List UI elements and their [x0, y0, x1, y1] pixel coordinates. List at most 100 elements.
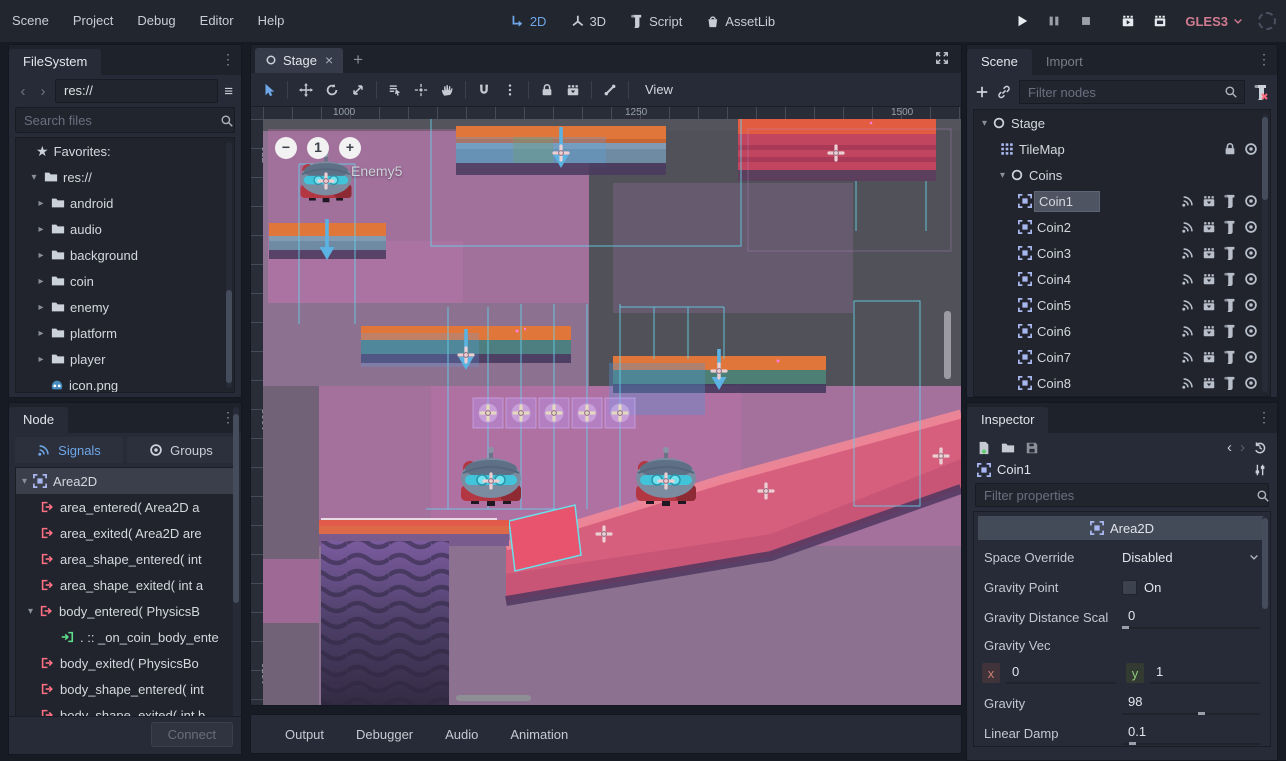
group-icon[interactable] [1202, 194, 1216, 208]
menu-project[interactable]: Project [61, 0, 125, 42]
viewport-hscrollbar[interactable] [456, 695, 531, 701]
chevron-right-icon[interactable]: ▸ [36, 250, 46, 261]
path-field[interactable]: res:// [55, 79, 218, 103]
panel-menu-icon[interactable]: ⋮ [221, 51, 235, 68]
group-icon[interactable] [1202, 324, 1216, 338]
vec-x-field[interactable]: 0 [1006, 662, 1116, 684]
folder-row-background[interactable]: ▸ background [16, 242, 234, 268]
play-custom-scene-button[interactable] [1149, 10, 1171, 32]
expand-viewport-icon[interactable] [935, 51, 949, 65]
mode-3d-button[interactable]: 3D [561, 0, 615, 42]
clear-script-icon[interactable] [1253, 84, 1269, 100]
signal-connection-icon[interactable] [1181, 376, 1195, 390]
coin-gizmo[interactable] [539, 398, 569, 428]
list-select-button[interactable] [383, 78, 407, 102]
tab-animation[interactable]: Animation [496, 727, 582, 742]
chevron-right-icon[interactable]: ▸ [36, 328, 46, 339]
signal-row[interactable]: area_shape_exited( int a [16, 572, 234, 598]
renderer-dropdown[interactable]: GLES3 [1181, 14, 1248, 29]
mode-script-button[interactable]: Script [621, 0, 691, 42]
forward-icon[interactable]: › [35, 83, 51, 100]
back-icon[interactable]: ‹ [15, 83, 31, 100]
new-scene-tab-button[interactable]: + [343, 50, 373, 73]
scrollbar[interactable] [1262, 114, 1268, 392]
instance-scene-icon[interactable] [997, 85, 1011, 99]
gravity-field[interactable]: 98 [1122, 691, 1260, 715]
visibility-eye-icon[interactable] [1244, 324, 1258, 338]
search-files-input[interactable] [15, 107, 235, 133]
file-row-icon-png[interactable]: icon.png [16, 372, 234, 393]
visibility-eye-icon[interactable] [1244, 246, 1258, 260]
script-icon[interactable] [1223, 298, 1237, 312]
tab-node[interactable]: Node [9, 407, 68, 433]
visibility-eye-icon[interactable] [1244, 376, 1258, 390]
visibility-eye-icon[interactable] [1244, 194, 1258, 208]
mode-assetlib-button[interactable]: AssetLib [697, 0, 784, 42]
history-forward-icon[interactable]: › [1240, 439, 1245, 456]
signal-row[interactable]: area_shape_entered( int [16, 546, 234, 572]
visibility-eye-icon[interactable] [1244, 298, 1258, 312]
signal-root-row[interactable]: ▾ Area2D [16, 468, 234, 494]
folder-row-player[interactable]: ▸ player [16, 346, 234, 372]
coin-markers[interactable] [473, 398, 635, 428]
menu-help[interactable]: Help [246, 0, 297, 42]
gravity-point-checkbox[interactable] [1122, 580, 1137, 595]
node-row-coins[interactable]: ▾ Coins [974, 162, 1270, 188]
viewport[interactable]: 1000 1250 1500 750 1000 1250 [251, 107, 961, 705]
tab-inspector[interactable]: Inspector [967, 407, 1048, 433]
visibility-eye-icon[interactable] [1244, 142, 1258, 156]
slider-grabber[interactable] [1129, 742, 1136, 745]
node-row-coin4[interactable]: Coin4 [974, 266, 1270, 292]
play-scene-button[interactable] [1117, 10, 1139, 32]
menu-editor[interactable]: Editor [188, 0, 246, 42]
script-icon[interactable] [1223, 272, 1237, 286]
chevron-right-icon[interactable]: ▸ [36, 354, 46, 365]
scrollbar[interactable] [226, 142, 232, 388]
script-icon[interactable] [1223, 220, 1237, 234]
coin-gizmo[interactable] [572, 398, 602, 428]
menu-debug[interactable]: Debug [125, 0, 187, 42]
skeleton-options-button[interactable] [598, 78, 622, 102]
vec-y-field[interactable]: 1 [1150, 662, 1260, 684]
lock-object-button[interactable] [535, 78, 559, 102]
signal-connection-icon[interactable] [1181, 324, 1195, 338]
lock-icon[interactable] [1223, 142, 1237, 156]
group-icon[interactable] [1202, 350, 1216, 364]
slider-grabber[interactable] [1198, 712, 1205, 715]
coin-gizmo[interactable] [506, 398, 536, 428]
load-resource-icon[interactable] [1001, 441, 1015, 455]
coin-gizmo[interactable] [473, 398, 503, 428]
add-node-icon[interactable] [975, 85, 989, 99]
scrollbar[interactable] [1262, 516, 1268, 742]
zoom-reset-button[interactable]: 1 [307, 137, 329, 159]
node-row-coin7[interactable]: Coin7 [974, 344, 1270, 370]
slider-grabber[interactable] [1122, 626, 1129, 629]
script-icon[interactable] [1223, 246, 1237, 260]
signal-connection-icon[interactable] [1181, 194, 1195, 208]
visibility-eye-icon[interactable] [1244, 350, 1258, 364]
tab-audio[interactable]: Audio [431, 727, 492, 742]
chevron-down-icon[interactable]: ▾ [29, 172, 39, 183]
tab-output[interactable]: Output [271, 727, 338, 742]
viewport-vscrollbar[interactable] [944, 311, 951, 379]
script-icon[interactable] [1223, 324, 1237, 338]
pause-button[interactable] [1043, 10, 1065, 32]
chevron-right-icon[interactable]: ▸ [36, 276, 46, 287]
signal-row[interactable]: body_shape_entered( int [16, 676, 234, 702]
chevron-down-icon[interactable]: ▾ [28, 606, 33, 617]
signal-row-expanded[interactable]: ▾ body_entered( PhysicsB [16, 598, 234, 624]
new-resource-icon[interactable] [977, 441, 991, 455]
tab-groups[interactable]: Groups [127, 437, 235, 463]
filter-properties-input[interactable] [975, 483, 1269, 507]
panel-menu-icon[interactable]: ⋮ [1257, 51, 1271, 68]
chevron-down-icon[interactable]: ▾ [1000, 170, 1005, 181]
gravity-distance-field[interactable]: 0 [1122, 605, 1260, 629]
node-row-coin1[interactable]: Coin1 [974, 188, 1270, 214]
node-row-tilemap[interactable]: TileMap [974, 136, 1270, 162]
signal-connection-icon[interactable] [1181, 220, 1195, 234]
chevron-down-icon[interactable]: ▾ [982, 118, 987, 129]
node-row-coin3[interactable]: Coin3 [974, 240, 1270, 266]
script-icon[interactable] [1223, 376, 1237, 390]
visibility-eye-icon[interactable] [1244, 220, 1258, 234]
signal-connection-icon[interactable] [1181, 246, 1195, 260]
